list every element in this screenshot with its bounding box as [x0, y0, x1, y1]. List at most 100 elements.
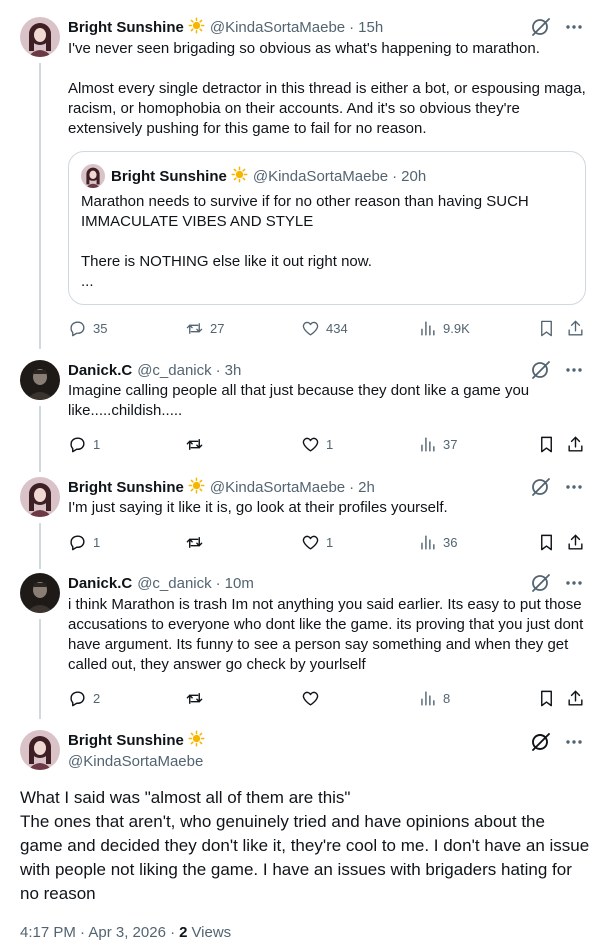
avatar[interactable]	[20, 360, 60, 400]
views-icon	[418, 319, 437, 338]
share-button[interactable]	[566, 434, 585, 454]
repost-icon	[185, 689, 204, 708]
quote-text-line: Marathon needs to survive if for no othe…	[81, 193, 529, 230]
more-icon[interactable]	[564, 732, 584, 752]
like-button[interactable]	[301, 688, 320, 708]
tweet-time[interactable]: 10m	[225, 575, 254, 592]
bookmark-button[interactable]	[537, 688, 556, 708]
author-name[interactable]: Bright Sunshine	[68, 479, 184, 496]
views-button[interactable]: 36	[418, 532, 457, 552]
reply-count: 35	[93, 320, 108, 336]
thread-tweet-1[interactable]: Bright Sunshine @KindaSortaMaebe · 15h I…	[0, 17, 604, 349]
author-handle[interactable]: @c_danick	[137, 575, 211, 592]
bookmark-icon	[537, 319, 556, 338]
like-count: 434	[326, 320, 348, 336]
separator-dot: ·	[215, 361, 221, 379]
author-name[interactable]: Bright Sunshine	[68, 19, 184, 36]
share-button[interactable]	[566, 688, 585, 708]
more-icon[interactable]	[564, 573, 584, 593]
tweet-text-line: I've never seen brigading so obvious as …	[68, 40, 540, 57]
tweet-timestamp[interactable]: 4:17 PM · Apr 3, 2026 ·	[20, 924, 175, 941]
separator-dot: ·	[215, 574, 221, 592]
like-button[interactable]: 1	[301, 434, 333, 454]
sun-icon	[188, 17, 205, 38]
tweet-header: Danick.C @c_danick · 10m	[68, 573, 254, 593]
tweet-text-line: Almost every single detractor in this th…	[68, 80, 586, 137]
reply-button[interactable]: 1	[68, 532, 100, 552]
grok-icon[interactable]	[530, 573, 552, 593]
avatar[interactable]	[20, 573, 60, 613]
author-name[interactable]: Danick.C	[68, 575, 132, 592]
like-button[interactable]: 434	[301, 318, 348, 338]
views-button[interactable]: 9.9K	[418, 318, 470, 338]
avatar[interactable]	[20, 477, 60, 517]
grok-icon[interactable]	[530, 477, 552, 497]
reply-count: 1	[93, 436, 101, 452]
share-icon	[566, 435, 585, 454]
author-handle[interactable]: @KindaSortaMaebe	[210, 479, 345, 496]
grok-icon[interactable]	[530, 17, 552, 37]
quote-author-handle: @KindaSortaMaebe	[252, 167, 389, 185]
repost-count: 27	[210, 320, 225, 336]
tweet-actions: 2 8	[68, 688, 588, 708]
avatar[interactable]	[20, 730, 60, 770]
repost-button[interactable]	[185, 434, 204, 454]
thread-tweet-3[interactable]: Bright Sunshine @KindaSortaMaebe · 2h I'…	[0, 477, 604, 569]
bookmark-icon	[537, 689, 556, 708]
thread-tweet-4[interactable]: Danick.C @c_danick · 10m i think Maratho…	[0, 573, 604, 719]
thread-connector	[39, 619, 41, 719]
like-icon	[301, 689, 320, 708]
reply-icon	[68, 533, 87, 552]
tweet-header: Bright Sunshine @KindaSortaMaebe · 2h	[68, 477, 375, 497]
repost-button[interactable]	[185, 688, 204, 708]
reply-button[interactable]: 1	[68, 434, 100, 454]
quote-author-name: Bright Sunshine	[111, 167, 227, 185]
tweet-text: i think Marathon is trash Im not anythin…	[68, 596, 584, 673]
like-icon	[301, 319, 320, 338]
tweet-time[interactable]: 2h	[358, 479, 375, 496]
tweet-meta: 4:17 PM · Apr 3, 2026 · 2 Views	[20, 922, 231, 942]
bookmark-button[interactable]	[537, 434, 556, 454]
quote-text-line: ...	[81, 273, 94, 290]
reply-button[interactable]: 2	[68, 688, 100, 708]
like-button[interactable]: 1	[301, 532, 333, 552]
reply-count: 2	[93, 690, 101, 706]
views-count: 37	[443, 436, 458, 452]
quoted-tweet[interactable]: Bright Sunshine @KindaSortaMaebe · 20h M…	[68, 151, 586, 305]
bookmark-button[interactable]	[537, 318, 556, 338]
bookmark-button[interactable]	[537, 532, 556, 552]
tweet-text-line: What I said was "almost all of them are …	[20, 788, 351, 807]
tweet-header: Bright Sunshine @KindaSortaMaebe · 15h	[68, 17, 383, 37]
bookmark-icon	[537, 435, 556, 454]
tweet-time[interactable]: 15h	[358, 19, 383, 36]
more-icon[interactable]	[564, 360, 584, 380]
tweet-time[interactable]: 3h	[225, 362, 242, 379]
author-name[interactable]: Bright Sunshine	[68, 732, 184, 749]
share-button[interactable]	[566, 318, 585, 338]
views-count: 36	[443, 534, 458, 550]
share-icon	[566, 533, 585, 552]
reply-button[interactable]: 35	[68, 318, 107, 338]
repost-button[interactable]: 27	[185, 318, 224, 338]
thread-connector	[39, 63, 41, 349]
more-icon[interactable]	[564, 477, 584, 497]
author-handle[interactable]: @KindaSortaMaebe	[210, 19, 345, 36]
avatar[interactable]	[20, 17, 60, 57]
thread-tweet-2[interactable]: Danick.C @c_danick · 3h Imagine calling …	[0, 360, 604, 472]
author-handle[interactable]: @c_danick	[137, 362, 211, 379]
author-handle[interactable]: @KindaSortaMaebe	[68, 753, 203, 770]
views-button[interactable]: 8	[418, 688, 450, 708]
thread-connector	[39, 523, 41, 569]
share-icon	[566, 319, 585, 338]
sun-icon	[188, 477, 205, 498]
reply-icon	[68, 435, 87, 454]
grok-icon[interactable]	[530, 360, 552, 380]
author-name[interactable]: Danick.C	[68, 362, 132, 379]
more-icon[interactable]	[564, 17, 584, 37]
tweet-handle-row: @KindaSortaMaebe	[68, 751, 203, 771]
grok-icon[interactable]	[530, 732, 552, 752]
repost-button[interactable]	[185, 532, 204, 552]
share-button[interactable]	[566, 532, 585, 552]
views-button[interactable]: 37	[418, 434, 457, 454]
views-icon	[418, 435, 437, 454]
